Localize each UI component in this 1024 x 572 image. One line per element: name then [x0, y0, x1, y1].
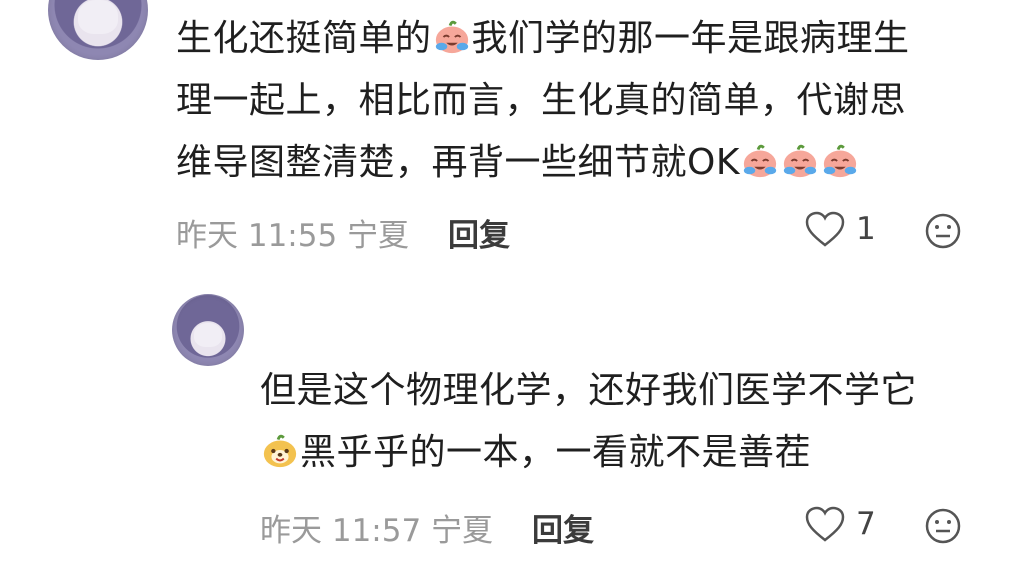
location: 宁夏 [347, 218, 410, 254]
like-count: 1 [856, 211, 876, 247]
comment-line: 生化还挺简单的 我们学的那一年是跟病理生 [176, 8, 910, 70]
avatar[interactable] [48, 0, 148, 60]
heart-outline-icon [805, 506, 845, 542]
avatar[interactable] [172, 294, 244, 366]
like-button[interactable]: 7 [804, 505, 876, 543]
comment-line: 黑乎乎的一本，一看就不是善茬 [260, 422, 917, 484]
like-button[interactable]: 1 [804, 210, 876, 248]
reply-button[interactable]: 回复 [532, 505, 594, 550]
timestamp: 昨天 11:55 [176, 218, 338, 254]
comment-line: 维导图整清楚，再背一些细节就OK [176, 132, 910, 194]
location: 宁夏 [431, 513, 494, 549]
dog-emoji-icon [261, 428, 299, 468]
comment-text: 但是这个物理化学，还好我们医学不学它 黑乎乎的一本，一看就不是善茬 [260, 360, 917, 484]
heart-outline-icon [805, 211, 845, 247]
comment-meta: 昨天 11:57 宁夏 [260, 505, 493, 550]
like-count: 7 [856, 506, 876, 542]
crying-laugh-emoji-icon [741, 138, 779, 178]
crying-laugh-emoji-icon [781, 138, 819, 178]
comment-text: 生化还挺简单的 我们学的那一年是跟病理生 理一起上，相比而言，生化真的简单，代谢… [176, 8, 910, 194]
reply-button[interactable]: 回复 [448, 210, 510, 255]
comment-meta: 昨天 11:55 宁夏 [176, 210, 409, 255]
comment-line: 理一起上，相比而言，生化真的简单，代谢思 [176, 80, 907, 121]
comment-line: 但是这个物理化学，还好我们医学不学它 [260, 370, 918, 411]
crying-laugh-emoji-icon [821, 138, 859, 178]
timestamp: 昨天 11:57 [260, 513, 422, 549]
crying-laugh-emoji-icon [433, 14, 471, 54]
neutral-face-icon[interactable] [924, 507, 962, 545]
neutral-face-icon[interactable] [924, 212, 962, 250]
